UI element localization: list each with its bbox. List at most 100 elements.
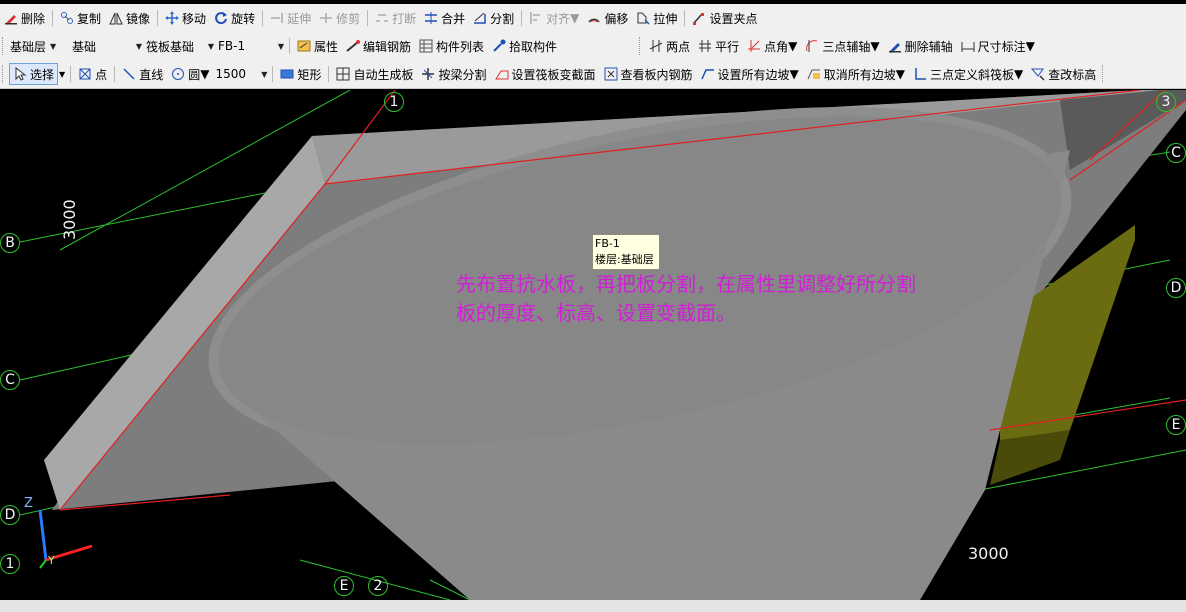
break-icon: [375, 11, 389, 25]
list-icon: [419, 39, 433, 53]
toolbar-grip[interactable]: [1102, 65, 1105, 83]
circle-button[interactable]: 圆 ▼: [168, 63, 212, 85]
delete-button[interactable]: 删除: [1, 7, 48, 29]
toolbar-grip[interactable]: [2, 65, 5, 83]
slope-icon: [700, 67, 715, 81]
trim-icon: [319, 11, 333, 25]
split-button[interactable]: 分割: [470, 7, 517, 29]
auto-generate-button[interactable]: 自动生成板: [333, 63, 416, 85]
delete-axis-button[interactable]: 删除辅轴: [885, 35, 956, 57]
align-button[interactable]: 对齐 ▼: [526, 7, 582, 29]
view-rebar-button[interactable]: 查看板内钢筋: [601, 63, 696, 85]
component-list-button[interactable]: 构件列表: [416, 35, 487, 57]
line-button[interactable]: 直线: [119, 63, 166, 85]
stretch-button[interactable]: 拉伸: [633, 7, 680, 29]
floor-select[interactable]: 基础层 ▼: [8, 36, 70, 56]
toolbar-edit: 删除 复制 镜像 移动 旋转 延伸 修剪 打断 合并 分割 对齐 ▼ 偏移 拉伸 …: [0, 4, 1186, 32]
properties-button[interactable]: 属性: [294, 35, 341, 57]
separator: [328, 66, 330, 82]
category-select[interactable]: 基础 ▼: [70, 36, 144, 56]
split-icon: [473, 11, 487, 25]
component-type-select[interactable]: 筏板基础 ▼: [144, 36, 216, 56]
eyedropper-icon: [492, 39, 506, 53]
dimension-icon: [961, 39, 975, 53]
viewport-canvas: [19, 90, 1186, 600]
chevron-down-icon: ▼: [1025, 39, 1035, 53]
three-point-axis-icon: [805, 39, 819, 53]
circle-icon: [171, 67, 185, 81]
model-viewport[interactable]: 1 3 B C C D D E 1 E 2 3000 3000 Z Y: [0, 90, 1186, 600]
grid-bubble-1-top[interactable]: 1: [384, 92, 404, 112]
edit-rebar-button[interactable]: 编辑钢筋: [343, 35, 414, 57]
select-button[interactable]: 选择: [9, 63, 59, 85]
grid-bubble-3[interactable]: 3: [1156, 92, 1176, 112]
dimension-bottom: 3000: [968, 544, 1009, 563]
extend-button[interactable]: 延伸: [267, 7, 314, 29]
rectangle-button[interactable]: 矩形: [277, 63, 324, 85]
chevron-down-icon: ▼: [895, 67, 906, 81]
cursor-icon: [13, 66, 27, 81]
point-angle-axis-button[interactable]: 点角 ▼: [744, 35, 800, 57]
merge-button[interactable]: 合并: [421, 7, 468, 29]
grid-icon: [336, 67, 350, 81]
toolbar-grip[interactable]: [639, 37, 642, 55]
set-all-slopes-button[interactable]: 设置所有边坡 ▼: [698, 63, 802, 85]
line-icon: [122, 67, 136, 81]
trim-button[interactable]: 修剪: [316, 7, 363, 29]
grid-bubble-e-bottom[interactable]: E: [334, 576, 354, 596]
move-button[interactable]: 移动: [162, 7, 209, 29]
eraser-icon: [888, 39, 902, 53]
copy-icon: [60, 11, 74, 25]
cancel-slope-icon: [807, 67, 821, 81]
separator: [367, 10, 369, 26]
toolbar-draw: 选择 ▼ 点 直线 圆 ▼ 1500 ▼ 矩形 自动生成板 按梁分割 设置筏板变截面…: [0, 60, 1186, 89]
grid-bubble-b[interactable]: B: [0, 233, 20, 253]
grid-bubble-c-right[interactable]: C: [1166, 143, 1186, 163]
break-button[interactable]: 打断: [372, 7, 419, 29]
cancel-all-slopes-button[interactable]: 取消所有边坡 ▼: [804, 63, 908, 85]
separator: [684, 10, 686, 26]
component-select[interactable]: FB-1 ▼: [216, 36, 286, 56]
grid-bubble-c-left[interactable]: C: [0, 370, 20, 390]
set-grip-button[interactable]: 设置夹点: [689, 7, 760, 29]
grid-bubble-d-right[interactable]: D: [1166, 278, 1186, 298]
split-by-beam-button[interactable]: 按梁分割: [418, 63, 489, 85]
three-point-axis-button[interactable]: 三点辅轴 ▼: [802, 35, 882, 57]
set-section-button[interactable]: 设置筏板变截面: [492, 63, 599, 85]
chevron-down-icon: ▼: [207, 41, 214, 51]
chevron-down-icon[interactable]: ▼: [59, 70, 65, 79]
offset-icon: [587, 11, 601, 25]
offset-button[interactable]: 偏移: [584, 7, 631, 29]
component-tooltip: FB-1 楼层:基础层: [592, 234, 660, 270]
toolbar-grip[interactable]: [2, 37, 5, 55]
align-icon: [529, 11, 543, 25]
beam-split-icon: [421, 67, 435, 81]
two-point-axis-button[interactable]: 两点: [646, 35, 693, 57]
grid-bubble-1-bottom[interactable]: 1: [0, 554, 20, 574]
axis-z-label: Z: [24, 496, 33, 511]
mirror-button[interactable]: 镜像: [106, 7, 153, 29]
check-elevation-button[interactable]: 查改标高: [1028, 63, 1099, 85]
separator: [52, 10, 54, 26]
pick-component-button[interactable]: 拾取构件: [489, 35, 560, 57]
chevron-down-icon: ▼: [788, 39, 798, 53]
dimension-button[interactable]: 尺寸标注 ▼: [958, 35, 1038, 57]
three-point-slope-button[interactable]: 三点定义斜筏板 ▼: [910, 63, 1026, 85]
chevron-down-icon: ▼: [200, 67, 210, 81]
copy-button[interactable]: 复制: [57, 7, 104, 29]
chevron-down-icon: ▼: [50, 41, 57, 51]
instruction-annotation: 先布置抗水板，再把板分割，在属性里调整好所分割 板的厚度、标高、设置变截面。: [456, 270, 1016, 328]
grid-bubble-e-right[interactable]: E: [1166, 415, 1186, 435]
move-icon: [165, 11, 180, 25]
chevron-down-icon: ▼: [789, 67, 799, 81]
point-angle-icon: [747, 39, 761, 53]
chevron-down-icon: ▼: [1014, 67, 1024, 81]
separator: [272, 66, 274, 82]
parallel-axis-button[interactable]: 平行: [695, 35, 742, 57]
radius-input[interactable]: 1500 ▼: [213, 64, 269, 84]
point-button[interactable]: 点: [75, 63, 110, 85]
rotate-button[interactable]: 旋转: [211, 7, 258, 29]
grid-bubble-d-left[interactable]: D: [0, 505, 20, 525]
toolbar-component: 基础层 ▼ 基础 ▼ 筏板基础 ▼ FB-1 ▼ 属性 编辑钢筋 构件列表 拾取构件 两…: [0, 32, 1186, 60]
grid-bubble-2[interactable]: 2: [368, 576, 388, 596]
